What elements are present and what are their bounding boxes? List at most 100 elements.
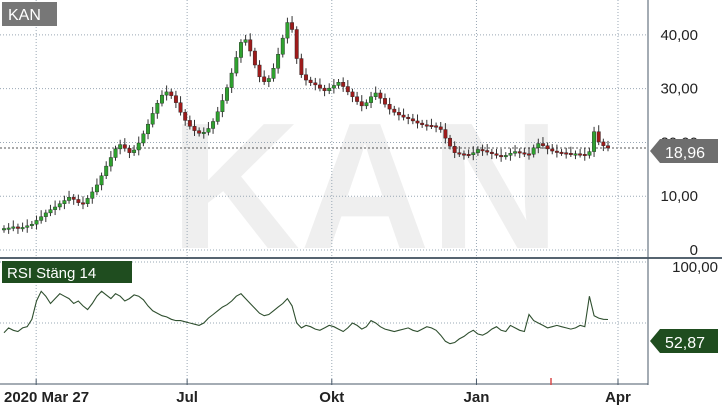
candle-body [541, 143, 545, 146]
candle-body [39, 216, 44, 221]
candle-body [127, 148, 132, 153]
candle-body [480, 149, 485, 152]
candle-body [48, 209, 53, 214]
candle-body [220, 100, 225, 112]
time-tick-label: Jul [176, 389, 198, 406]
candle-body [234, 57, 239, 74]
candle-body [99, 175, 104, 186]
candle-body [136, 142, 141, 151]
candle-body [341, 82, 346, 87]
candle-body [276, 54, 281, 69]
candle-body [2, 228, 6, 231]
candle-body [81, 202, 85, 205]
candle-body [290, 22, 295, 30]
candle-body [43, 212, 48, 217]
price-tick-label: 30,00 [660, 81, 698, 98]
candle-body [564, 152, 569, 155]
candle-body [392, 108, 397, 113]
candle-body [420, 122, 425, 125]
candle-body [499, 155, 504, 158]
candle-body [406, 116, 411, 119]
candle-body [229, 72, 234, 88]
candle-body [438, 126, 443, 130]
candle-body [383, 98, 387, 105]
candle-body [462, 153, 466, 156]
candle-body [466, 154, 471, 156]
candle-body [94, 184, 99, 193]
candle-body [396, 112, 401, 116]
candle-body [443, 129, 448, 139]
candle-body [531, 147, 536, 155]
candle-body [373, 92, 378, 97]
candle-body [187, 120, 192, 127]
candle-body [415, 120, 420, 124]
candle-body [215, 111, 220, 122]
price-title: KAN [8, 7, 41, 24]
candle-body [285, 22, 290, 39]
candle-body [494, 153, 499, 156]
candle-body [118, 144, 123, 150]
candle-body [401, 114, 406, 118]
candle-body [336, 82, 341, 86]
candle-body [313, 82, 318, 86]
candle-body [211, 121, 216, 129]
candle-body [559, 151, 564, 154]
candle-body [536, 143, 541, 149]
candle-body [452, 146, 457, 153]
candle-body [225, 87, 229, 101]
watermark-text: KAN [170, 86, 560, 287]
time-tick-label: Jan [464, 389, 490, 406]
candle-body [350, 91, 355, 97]
candle-body [387, 104, 392, 110]
rsi-axis-ticks: 100,00 [672, 259, 718, 276]
candle-body [550, 148, 555, 152]
candle-body [568, 152, 573, 155]
rsi-last-value: 52,87 [665, 335, 705, 352]
candle-body [606, 145, 610, 149]
candle-body [201, 132, 206, 134]
candle-body [299, 58, 304, 75]
candle-body [554, 150, 559, 153]
candle-body [25, 225, 30, 228]
candle-body [457, 152, 462, 155]
candle-body [513, 151, 518, 154]
candle-body [527, 153, 531, 156]
rsi-title-tag: RSI Stäng 14 [2, 261, 132, 283]
candle-body [364, 102, 369, 107]
candle-body [20, 227, 25, 230]
candle-body [90, 191, 95, 199]
candle-body [410, 118, 415, 122]
candle-body [485, 150, 490, 153]
candle-body [62, 200, 67, 204]
candle-body [517, 151, 522, 154]
candle-body [160, 94, 164, 104]
price-title-tag: KAN [2, 2, 57, 26]
candle-body [257, 64, 262, 78]
price-tick-label: 0 [690, 242, 698, 259]
candle-body [108, 157, 113, 167]
candle-body [67, 197, 71, 201]
candle-body [248, 39, 253, 52]
candle-body [545, 145, 550, 150]
candle-body [164, 91, 169, 96]
candle-body [378, 92, 383, 99]
candle-body [252, 50, 257, 66]
candle-body [178, 102, 183, 113]
price-last-value-tag: 18,96 [650, 139, 718, 163]
candle-body [104, 165, 109, 176]
candle-body [503, 155, 508, 158]
time-tick-label: Apr [605, 389, 631, 406]
candle-body [239, 42, 243, 58]
candle-body [601, 141, 606, 146]
candle-body [53, 206, 58, 210]
candle-body [475, 149, 480, 153]
candle-body [11, 226, 16, 229]
candle-body [85, 198, 90, 204]
candle-body [15, 226, 20, 229]
candle-body [183, 112, 188, 121]
candle-body [596, 131, 601, 143]
candle-body [262, 76, 267, 82]
candle-body [355, 96, 360, 102]
candle-body [122, 144, 127, 149]
candle-body [359, 101, 364, 107]
